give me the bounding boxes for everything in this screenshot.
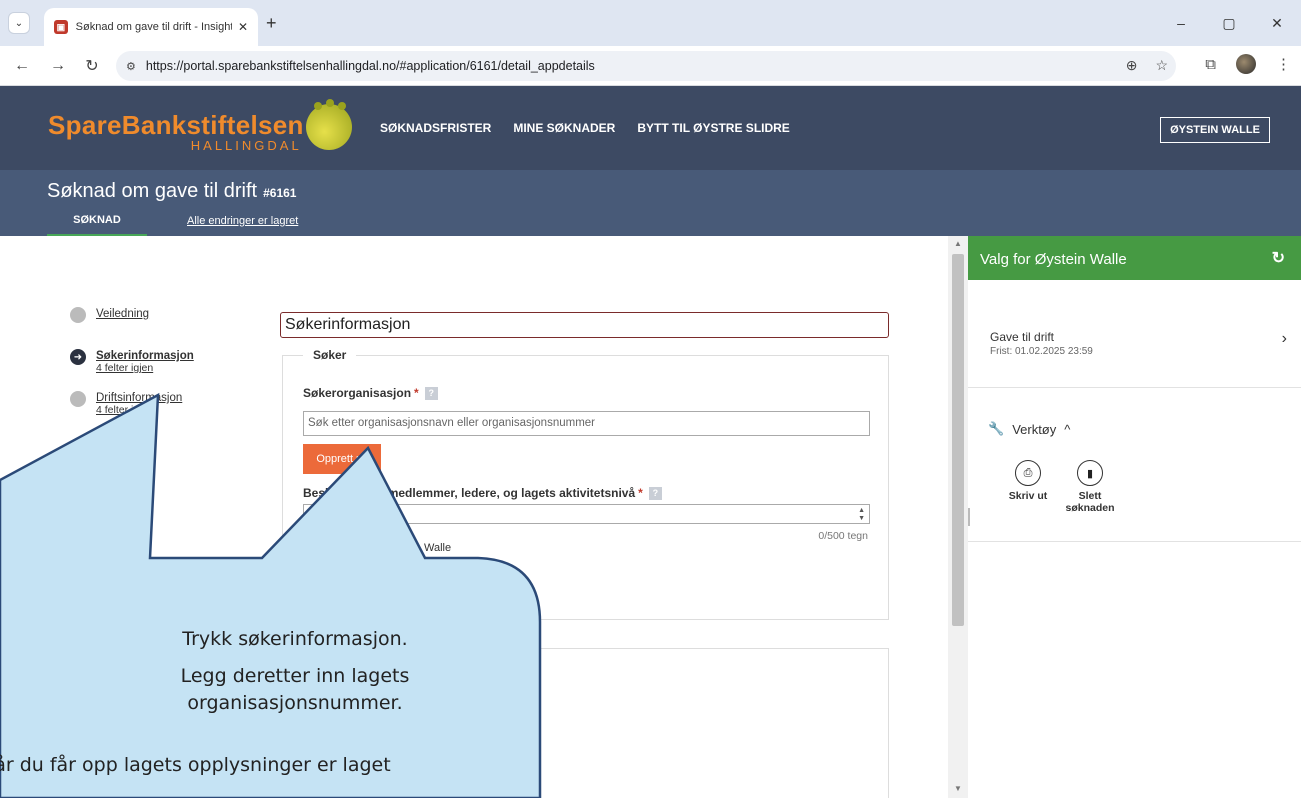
scroll-down-icon[interactable]: ▼	[954, 784, 962, 793]
wrench-icon: 🔧	[988, 421, 1005, 436]
profile-avatar[interactable]	[1236, 54, 1256, 74]
user-menu-button[interactable]: ØYSTEIN WALLE	[1160, 117, 1270, 143]
step-label[interactable]: Veiledning	[96, 308, 149, 320]
org-search-input[interactable]: Søk etter organisasjonsnavn eller organi…	[303, 411, 870, 436]
url-text: https://portal.sparebankstiftelsenhallin…	[145, 59, 595, 73]
application-number: #6161	[263, 186, 297, 200]
org-label-text: Søkerorganisasjon	[303, 386, 412, 400]
nav-mine-soknader[interactable]: MINE SØKNADER	[513, 121, 615, 135]
site-header: SpareBankstiftelsen HALLINGDAL SØKNADSFR…	[0, 86, 1301, 170]
grant-name: Gave til drift	[990, 330, 1055, 344]
window-controls: – ▢ ✕	[1157, 0, 1301, 46]
required-mark: *	[414, 386, 419, 400]
application-header: Søknad om gave til drift #6161 SØKNAD All…	[0, 170, 1301, 236]
close-tab-icon[interactable]: ✕	[238, 20, 248, 34]
forward-icon[interactable]: →	[46, 54, 70, 78]
tab-search-button[interactable]: ⌄	[8, 12, 30, 34]
tools-toggle[interactable]: 🔧 Verktøy ^	[988, 421, 1070, 437]
spinner-icon[interactable]: ▲ ▼	[858, 507, 865, 523]
step-driftsinformasjon[interactable]: Driftsinformasjon 4 felter igjen	[70, 390, 194, 432]
step-remaining: 4 felter igjen	[96, 362, 154, 374]
step-label[interactable]: Driftsinformasjon	[96, 392, 182, 404]
second-fieldset	[282, 648, 889, 798]
logo-subtext: HALLINGDAL	[190, 138, 302, 153]
section-title: Søkerinformasjon	[280, 312, 889, 338]
new-tab-icon[interactable]: +	[266, 13, 277, 34]
soker-fieldset: Søker Søkerorganisasjon *? Søk etter orga…	[282, 348, 889, 620]
zoom-icon[interactable]: ⊕	[1126, 57, 1138, 74]
browser-menu-icon[interactable]: ⋮	[1276, 55, 1291, 73]
arrow-right-icon: ➜	[70, 349, 86, 365]
printer-icon: ⎙	[1015, 460, 1041, 486]
char-counter: 0/500 tegn	[818, 530, 868, 542]
grant-deadline: Frist: 01.02.2025 23:59	[990, 346, 1093, 357]
refresh-icon[interactable]: ↻	[1272, 248, 1285, 268]
browser-toolbar: ← → ↻ ⚙ https://portal.sparebankstiftels…	[0, 46, 1301, 86]
options-panel-title: Valg for Øystein Walle	[980, 251, 1127, 268]
address-bar[interactable]: ⚙ https://portal.sparebankstiftelsenhall…	[116, 51, 1176, 81]
panel-splitter[interactable]	[968, 508, 970, 526]
tools-label: Verktøy	[1012, 421, 1057, 437]
chevron-right-icon[interactable]: ›	[1282, 330, 1287, 348]
fieldset-legend: Søker	[303, 348, 357, 362]
chevron-up-icon: ^	[1064, 421, 1071, 437]
page-title: Søknad om gave til drift #6161	[47, 180, 296, 203]
site-favicon-icon: ▣	[54, 20, 68, 34]
back-icon[interactable]: ←	[10, 54, 34, 78]
options-panel: Valg for Øystein Walle ↻ Gave til drift …	[968, 236, 1301, 798]
scroll-thumb[interactable]	[952, 254, 964, 626]
bookmark-star-icon[interactable]: ☆	[1155, 57, 1168, 74]
site-logo[interactable]: SpareBankstiftelsen HALLINGDAL	[48, 110, 304, 153]
reload-icon[interactable]: ↻	[80, 54, 104, 78]
tab-title: Søknad om gave til drift - Insight	[75, 21, 232, 33]
step-remaining: 4 felter igjen	[96, 404, 154, 416]
step-status-icon	[70, 307, 86, 323]
main-nav: SØKNADSFRISTER MINE SØKNADER BYTT TIL ØY…	[380, 121, 790, 135]
options-panel-header: Valg for Øystein Walle ↻	[968, 236, 1301, 280]
delete-label: Slett søknaden	[1065, 490, 1115, 514]
delete-application-button[interactable]: ▮ Slett søknaden	[1055, 460, 1125, 514]
print-label: Skriv ut	[1008, 490, 1048, 502]
desc-field-label: Beskriv lagets medlemmer, ledere, og lag…	[303, 486, 662, 501]
scroll-up-icon[interactable]: ▲	[954, 239, 962, 248]
minimize-icon[interactable]: –	[1157, 0, 1205, 46]
nav-soknadsfrister[interactable]: SØKNADSFRISTER	[380, 121, 491, 135]
desc-label-text: Beskriv lagets medlemmer, ledere, og lag…	[303, 486, 636, 500]
step-veiledning[interactable]: Veiledning	[70, 306, 194, 348]
application-title: Søknad om gave til drift	[47, 180, 258, 202]
trash-icon: ▮	[1077, 460, 1103, 486]
main-content: Veiledning ➜ Søkerinformasjon 4 felter i…	[0, 236, 948, 798]
step-sokerinformasjon[interactable]: ➜ Søkerinformasjon 4 felter igjen	[70, 348, 194, 390]
browser-tab[interactable]: ▣ Søknad om gave til drift - Insight ✕	[44, 8, 258, 46]
step-status-icon	[70, 391, 86, 407]
org-field-label: Søkerorganisasjon *?	[303, 386, 438, 401]
print-button[interactable]: ⎙ Skriv ut	[993, 460, 1063, 502]
description-textarea[interactable]: ▲ ▼	[303, 504, 870, 524]
maximize-icon[interactable]: ▢	[1205, 0, 1253, 46]
grant-item[interactable]: Gave til drift Frist: 01.02.2025 23:59 ›	[968, 280, 1301, 388]
close-window-icon[interactable]: ✕	[1253, 0, 1301, 46]
nav-bytt[interactable]: BYTT TIL ØYSTRE SLIDRE	[637, 121, 789, 135]
logo-text: SpareBankstiftelsen	[48, 110, 304, 140]
save-status-link[interactable]: Alle endringer er lagret	[187, 215, 298, 227]
tools-section: 🔧 Verktøy ^ ⎙ Skriv ut ▮ Slett søknaden	[968, 388, 1301, 542]
create-org-button[interactable]: Opprett ny	[303, 444, 381, 474]
required-mark: *	[638, 486, 643, 500]
browser-tab-bar: ⌄ ▣ Søknad om gave til drift - Insight ✕…	[0, 0, 1301, 46]
extensions-icon[interactable]: ⧉	[1205, 56, 1216, 73]
help-icon[interactable]: ?	[648, 487, 662, 501]
site-info-icon[interactable]: ⚙	[126, 60, 136, 73]
content-scrollbar[interactable]: ▲ ▼	[948, 236, 968, 798]
help-icon[interactable]: ?	[424, 387, 438, 401]
tab-soknad[interactable]: SØKNAD	[47, 214, 147, 236]
step-list: Veiledning ➜ Søkerinformasjon 4 felter i…	[70, 306, 194, 432]
step-label[interactable]: Søkerinformasjon	[96, 350, 194, 362]
contact-name: Walle	[424, 542, 452, 554]
crown-icon	[314, 99, 346, 110]
